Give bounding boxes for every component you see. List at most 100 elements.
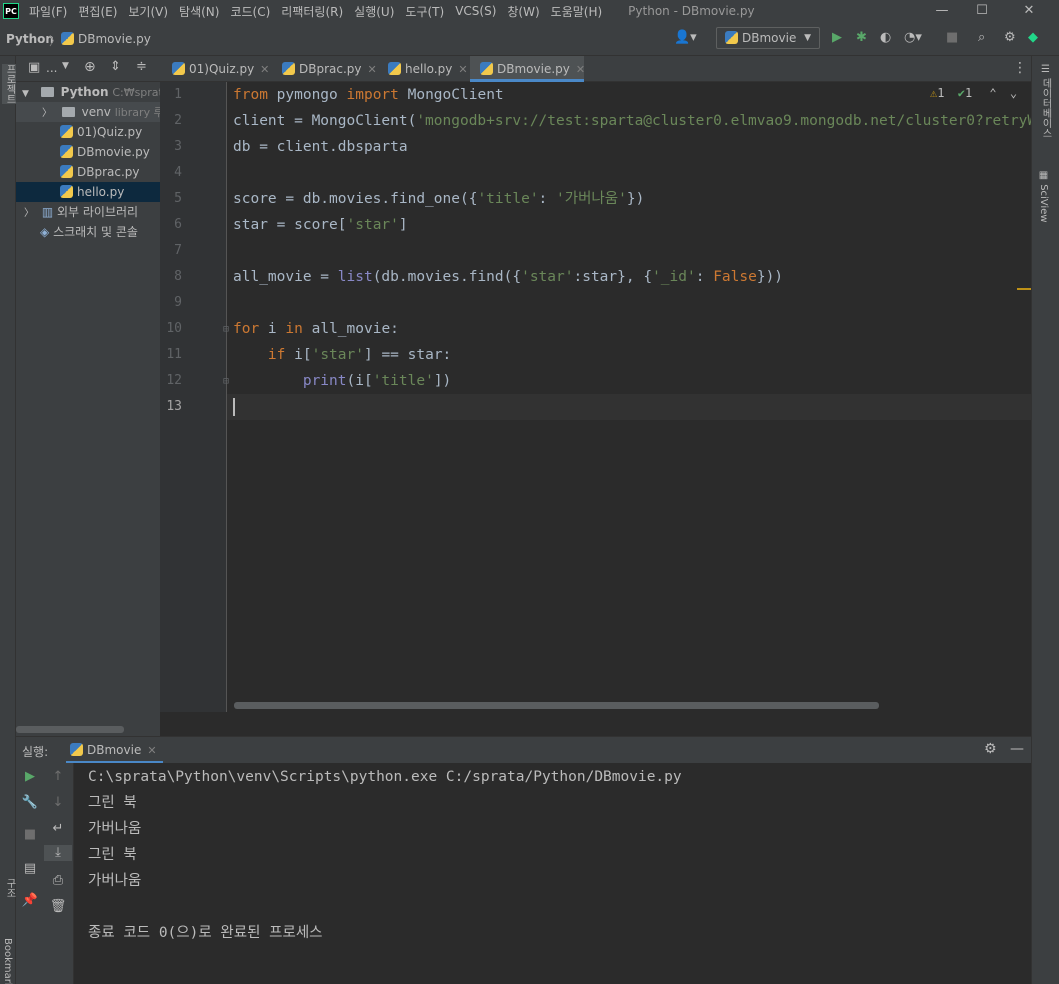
- run-console-output[interactable]: C:\sprata\Python\venv\Scripts\python.exe…: [74, 763, 1031, 984]
- close-tab-icon[interactable]: ✕: [368, 63, 377, 76]
- tab-01-quiz[interactable]: 01)Quiz.py ✕: [162, 56, 269, 82]
- console-line: 가버나움: [88, 873, 142, 889]
- tree-file-selected[interactable]: hello.py: [16, 182, 160, 202]
- tree-file[interactable]: DBmovie.py: [16, 142, 160, 162]
- code-token: 'mongodb+srv://test:sparta@cluster0.elmv…: [416, 113, 1031, 129]
- run-icon[interactable]: ▶: [832, 30, 842, 46]
- sciview-tool-button[interactable]: ▦ SciView: [1038, 170, 1049, 223]
- run-tab-dbmovie[interactable]: DBmovie ✕: [66, 737, 163, 763]
- structure-tool-button[interactable]: 구조: [2, 878, 17, 898]
- more-tabs-icon[interactable]: ⋮: [1013, 60, 1027, 76]
- close-tab-icon[interactable]: ✕: [576, 63, 585, 76]
- soft-wrap-icon[interactable]: ↵: [44, 821, 72, 837]
- database-tool-button[interactable]: ☰ 데이터베이스: [1038, 64, 1053, 138]
- menu-navigate[interactable]: 탐색(N): [179, 3, 219, 20]
- code-editor[interactable]: 1 2 3 4 5 6 7 8 9 10 11 12 13 from pymongo import Mo…: [160, 82, 1031, 712]
- rerun-icon[interactable]: ▶: [16, 769, 44, 785]
- stop-icon[interactable]: ■: [946, 30, 958, 46]
- stop-icon[interactable]: ■: [16, 827, 44, 843]
- tree-scratches[interactable]: ◈ 스크래치 및 콘솔: [16, 222, 160, 242]
- menu-bar: PC 파일(F) 편집(E) 보기(V) 탐색(N) 코드(C) 리팩터링(R)…: [0, 0, 1059, 22]
- project-toolbar: ▣ ... ▼ ⊕ ⇕ ≑: [16, 56, 160, 82]
- hide-panel-icon[interactable]: —: [1010, 741, 1024, 757]
- locate-file-icon[interactable]: ⊕: [84, 59, 96, 75]
- tab-hello[interactable]: hello.py ✕: [378, 56, 470, 82]
- user-icon[interactable]: 👤▾: [674, 30, 697, 46]
- project-tool-button[interactable]: 프로젝트: [2, 64, 17, 104]
- search-icon[interactable]: ⌕: [978, 30, 985, 46]
- tree-venv-label: venv: [81, 105, 111, 119]
- tree-file-label: DBprac.py: [77, 165, 140, 179]
- sciview-label: SciView: [1038, 184, 1049, 223]
- python-file-icon: [282, 62, 295, 75]
- breadcrumb-file-label: DBmovie.py: [78, 32, 151, 46]
- horizontal-scrollbar[interactable]: [16, 726, 124, 733]
- settings-gear-icon[interactable]: ⚙: [984, 741, 997, 757]
- project-view-select[interactable]: ...: [46, 61, 57, 75]
- menu-help[interactable]: 도움말(H): [551, 3, 603, 20]
- code-token: client = MongoClient(: [233, 113, 417, 129]
- tab-dbmovie[interactable]: DBmovie.py ✕: [470, 56, 585, 82]
- close-tab-icon[interactable]: ✕: [260, 63, 269, 76]
- tree-file[interactable]: 01)Quiz.py: [16, 122, 160, 142]
- chevron-up-icon[interactable]: ⌃: [989, 86, 996, 100]
- tree-file[interactable]: DBprac.py: [16, 162, 160, 182]
- fold-marker-icon[interactable]: ⊟: [223, 376, 229, 387]
- menu-run[interactable]: 실행(U): [354, 3, 394, 20]
- fold-marker-icon[interactable]: ⊟: [223, 324, 229, 335]
- menu-window[interactable]: 창(W): [507, 3, 539, 20]
- menu-code[interactable]: 코드(C): [230, 3, 270, 20]
- menu-file[interactable]: 파일(F): [29, 3, 67, 20]
- chevron-down-icon[interactable]: ⌄: [1010, 86, 1017, 100]
- maximize-icon[interactable]: ☐: [959, 0, 1005, 22]
- bookmarks-tool-button[interactable]: Bookmarks: [2, 938, 13, 984]
- menu-vcs[interactable]: VCS(S): [455, 4, 496, 18]
- tab-dbprac[interactable]: DBprac.py ✕: [272, 56, 377, 82]
- menu-refactor[interactable]: 리팩터링(R): [281, 3, 343, 20]
- folder-icon: [61, 107, 75, 117]
- expand-all-icon[interactable]: ⇕: [110, 59, 121, 74]
- print-icon[interactable]: ⎙: [44, 873, 72, 889]
- menu-edit[interactable]: 편집(E): [78, 3, 117, 20]
- close-tab-icon[interactable]: ✕: [147, 744, 156, 757]
- wrench-icon[interactable]: 🔧: [16, 795, 44, 811]
- line-number: 11: [166, 347, 182, 362]
- jetbrains-toolbox-icon[interactable]: ◆: [1028, 30, 1038, 46]
- breadcrumb-file[interactable]: DBmovie.py: [61, 32, 151, 46]
- coverage-icon[interactable]: ◐: [880, 30, 891, 46]
- arrow-up-icon[interactable]: ↑: [44, 769, 72, 785]
- close-tab-icon[interactable]: ✕: [458, 63, 467, 76]
- run-config-select[interactable]: DBmovie ▼: [716, 27, 820, 49]
- check-icon: ✔: [957, 86, 965, 100]
- chevron-down-icon[interactable]: ▼: [62, 61, 69, 71]
- code-line: from pymongo import MongoClient: [233, 82, 504, 108]
- scroll-to-end-icon[interactable]: ⤓: [44, 845, 72, 861]
- debug-icon[interactable]: ✱: [856, 30, 867, 46]
- breadcrumb-project[interactable]: Python: [6, 32, 54, 46]
- pin-icon[interactable]: 📌: [16, 893, 44, 909]
- code-token: in: [285, 321, 303, 337]
- arrow-down-icon[interactable]: ↓: [44, 795, 72, 811]
- database-label: 데이터베이스: [1040, 78, 1051, 139]
- horizontal-scrollbar[interactable]: [234, 702, 879, 709]
- error-stripe-marker[interactable]: [1017, 288, 1031, 290]
- tree-root-python[interactable]: ▼ Python C:₩sprata₩: [16, 82, 160, 102]
- inspection-widget[interactable]: ⚠1 ✔1 ⌃ ⌄: [930, 86, 1017, 100]
- profile-icon[interactable]: ◔▾: [904, 30, 922, 46]
- library-icon: ▥: [41, 205, 54, 219]
- tree-root-label: Python: [60, 85, 109, 99]
- tree-external-libraries[interactable]: 〉 ▥ 외부 라이브러리: [16, 202, 160, 222]
- menu-view[interactable]: 보기(V): [128, 3, 168, 20]
- code-token: from: [233, 87, 268, 103]
- close-window-icon[interactable]: ✕: [1006, 0, 1052, 22]
- settings-gear-icon[interactable]: ⚙: [1004, 30, 1016, 46]
- trash-icon[interactable]: 🗑: [44, 899, 72, 915]
- code-token: ] == star:: [363, 347, 452, 363]
- collapse-all-icon[interactable]: ≑: [136, 59, 147, 74]
- project-view-icon[interactable]: ▣: [28, 60, 40, 75]
- tree-folder-venv[interactable]: 〉 venv library 루트: [16, 102, 160, 122]
- layout-icon[interactable]: ▤: [16, 861, 44, 877]
- warning-count: 1: [937, 86, 945, 100]
- menu-tools[interactable]: 도구(T): [405, 3, 444, 20]
